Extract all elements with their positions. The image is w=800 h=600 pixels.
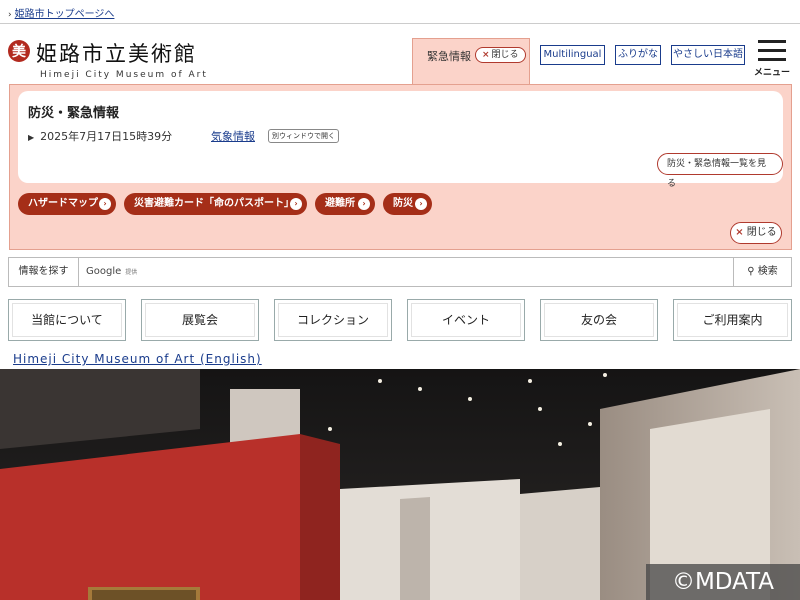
emergency-info-box: 防災・緊急情報 ▶ 2025年7月17日15時39分 気象情報 別ウィンドウで開く… — [18, 91, 783, 189]
chevron-right-icon: › — [8, 10, 12, 20]
city-top-link-label: 姫路市トップページへ — [14, 9, 115, 20]
emergency-title: 防災・緊急情報 — [28, 106, 120, 121]
emergency-date: ▶ 2025年7月17日15時39分 — [28, 128, 172, 144]
hazard-map-button[interactable]: ハザードマップ › — [18, 193, 116, 215]
arrow-right-icon: › — [415, 198, 427, 210]
arrow-right-icon: › — [358, 198, 370, 210]
emergency-tab-close-label: 閉じる — [491, 50, 519, 60]
multilingual-button[interactable]: Multilingual — [540, 45, 605, 65]
shelter-button[interactable]: 避難所 › — [315, 193, 375, 215]
emergency-date-text: 2025年7月17日15時39分 — [40, 130, 173, 143]
nav-events[interactable]: イベント — [407, 299, 525, 341]
site-title[interactable]: 姫路市立美術館 — [36, 38, 197, 68]
english-site-link[interactable]: Himeji City Museum of Art (English) — [13, 352, 262, 366]
search-icon: ⚲ — [747, 266, 758, 277]
menu-label: メニュー — [754, 68, 791, 78]
nav-about[interactable]: 当館について — [8, 299, 126, 341]
shelter-label: 避難所 — [325, 198, 355, 209]
emergency-tab-label: 緊急情報 — [427, 50, 471, 63]
nav-collection[interactable]: コレクション — [274, 299, 392, 341]
top-link-bar: › 姫路市トップページへ — [0, 0, 800, 24]
nav-visitor-info[interactable]: ご利用案内 — [673, 299, 792, 341]
search-label: 情報を探す — [9, 258, 79, 286]
museum-logo-icon[interactable]: 美 — [8, 40, 30, 62]
emergency-panel: 防災・緊急情報 ▶ 2025年7月17日15時39分 気象情報 別ウィンドウで開く… — [9, 84, 792, 250]
search-button[interactable]: ⚲ 検索 — [733, 258, 791, 286]
nav-exhibitions[interactable]: 展覧会 — [141, 299, 259, 341]
hazard-map-label: ハザードマップ — [28, 198, 98, 209]
emergency-panel-close-button[interactable]: × 閉じる — [730, 222, 782, 244]
close-icon: × — [482, 50, 490, 60]
hamburger-icon — [758, 40, 786, 43]
provider-note: 提供 — [125, 269, 138, 276]
search-provider: Google 提供 — [86, 266, 137, 277]
easy-japanese-button[interactable]: やさしい日本語 — [671, 45, 745, 65]
emergency-tab[interactable]: 緊急情報 × 閉じる — [412, 38, 530, 86]
disaster-prevention-button[interactable]: 防災 › — [383, 193, 432, 215]
search-input[interactable]: Google 提供 — [80, 258, 733, 286]
emergency-panel-close-label: 閉じる — [746, 227, 777, 238]
triangle-right-icon: ▶ — [28, 133, 35, 142]
city-top-link[interactable]: › 姫路市トップページへ — [8, 5, 114, 20]
arrow-right-icon: › — [99, 198, 111, 210]
nav-friends[interactable]: 友の会 — [540, 299, 658, 341]
site-subtitle: Himeji City Museum of Art — [40, 70, 208, 80]
new-window-badge: 別ウィンドウで開く — [268, 129, 339, 143]
evacuation-card-button[interactable]: 災害避難カード「命のパスポート」 › — [124, 193, 307, 215]
site-search: 情報を探す Google 提供 ⚲ 検索 — [8, 257, 792, 287]
emergency-list-button[interactable]: 防災・緊急情報一覧を見る — [657, 153, 783, 189]
watermark: ©MDATA — [646, 564, 800, 600]
hamburger-icon — [758, 49, 786, 52]
search-button-label: 検索 — [757, 266, 778, 277]
weather-info-link[interactable]: 気象情報 — [211, 128, 255, 144]
disaster-prevention-label: 防災 — [393, 198, 413, 209]
evacuation-card-label: 災害避難カード「命のパスポート」 — [134, 198, 294, 209]
menu-button[interactable]: メニュー — [754, 40, 791, 78]
hamburger-icon — [758, 58, 786, 61]
emergency-tab-close-button[interactable]: × 閉じる — [475, 47, 526, 63]
close-icon: × — [735, 227, 744, 238]
google-label: Google — [86, 266, 122, 277]
furigana-button[interactable]: ふりがな — [615, 45, 661, 65]
arrow-right-icon: › — [290, 198, 302, 210]
